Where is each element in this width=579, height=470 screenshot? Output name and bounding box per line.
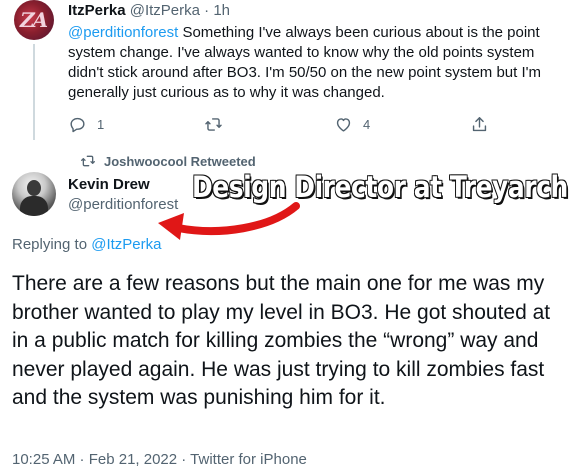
overlay-caption: Design Director at Treyarch: [191, 169, 569, 205]
replying-to: Replying to @ItzPerka: [12, 236, 161, 253]
main-tweet-timestamp[interactable]: 10:25 AM · Feb 21, 2022 · Twitter for iP…: [12, 451, 307, 468]
itzperka-avatar[interactable]: ZA: [14, 0, 54, 40]
reply-icon: [70, 117, 85, 132]
retweet-notice-text: Joshwoocool Retweeted: [104, 153, 256, 169]
reply-separator: ·: [204, 2, 210, 19]
retweet-button[interactable]: [204, 114, 233, 134]
thread-line: [33, 44, 35, 140]
reply-author-handle[interactable]: @ItzPerka: [130, 2, 200, 19]
replying-prefix: Replying to: [12, 236, 92, 253]
like-icon: [336, 117, 351, 132]
reply-tweet[interactable]: ZA ItzPerka @ItzPerka · 1h @perditionfor…: [0, 0, 579, 150]
avatar-head: [27, 180, 41, 196]
retweet-icon: [81, 155, 95, 167]
main-tweet-text: There are a few reasons but the main one…: [12, 272, 551, 410]
reply-tweet-text: @perditionforest Something I've always b…: [68, 23, 568, 103]
avatar-body: [20, 196, 48, 216]
reply-action-bar: 1 4: [68, 114, 508, 134]
replying-to-link[interactable]: @ItzPerka: [91, 236, 161, 253]
kevin-drew-avatar[interactable]: [12, 172, 56, 216]
retweet-icon: [205, 117, 222, 131]
retweet-notice[interactable]: Joshwoocool Retweeted: [80, 152, 256, 170]
share-button[interactable]: [470, 114, 489, 134]
reply-tweet-header: ItzPerka @ItzPerka · 1h: [68, 2, 230, 19]
reply-time[interactable]: 1h: [213, 2, 230, 19]
reply-count: 1: [97, 116, 105, 132]
reply-button[interactable]: 1: [68, 114, 104, 134]
main-author-name[interactable]: Kevin Drew: [68, 176, 150, 193]
share-icon: [472, 116, 487, 131]
like-count: 4: [363, 116, 371, 132]
like-button[interactable]: 4: [334, 114, 370, 134]
reply-mention-link[interactable]: @perditionforest: [68, 24, 178, 41]
reply-author-name[interactable]: ItzPerka: [68, 2, 126, 19]
